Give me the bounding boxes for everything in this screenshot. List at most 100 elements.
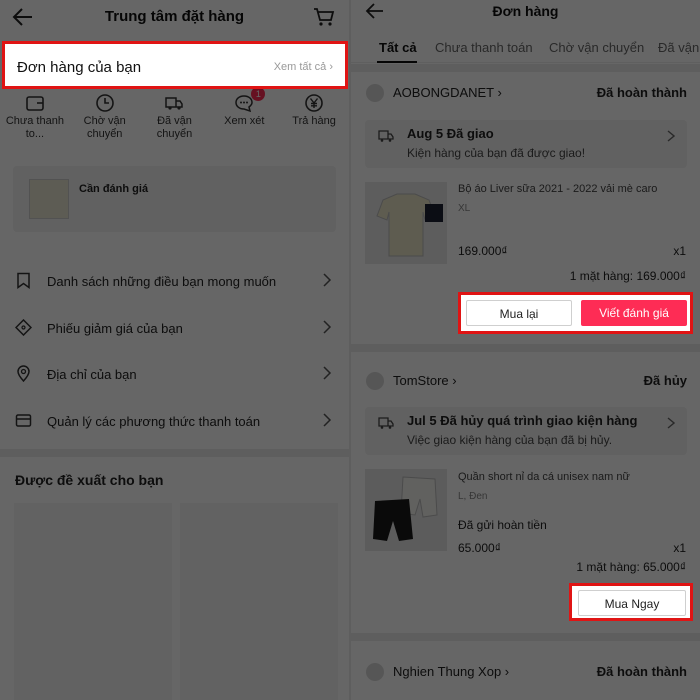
- buy-again-button[interactable]: Mua lại: [466, 300, 572, 326]
- order-center-screen: Trung tâm đặt hàng Chưa thanh to... Chờ …: [0, 0, 349, 700]
- shop-name[interactable]: AOBONGDANET ›: [393, 85, 502, 100]
- shop-logo: [366, 663, 384, 681]
- buy-now-button[interactable]: Mua Ngay: [578, 590, 686, 616]
- status-to-ship-label: Chờ vận chuyển: [83, 115, 126, 140]
- status-returns[interactable]: Trả hàng: [279, 93, 349, 153]
- tab-to-ship[interactable]: Chờ vận chuyển: [549, 40, 644, 55]
- shipping-status-box[interactable]: Aug 5 Đã giao Kiện hàng của bạn đã được …: [365, 120, 687, 168]
- product-name[interactable]: Bộ áo Liver sữa 2021 - 2022 vải mè caro: [458, 183, 657, 195]
- order-shop-header[interactable]: Nghien Thung Xop › Đã hoàn thành: [351, 661, 700, 685]
- orders-screen: Đơn hàng Tất cả Chưa thanh toán Chờ vận …: [351, 0, 700, 700]
- order-actions-highlight: Mua lại Viết đánh giá: [458, 292, 693, 334]
- status-review[interactable]: 1 Xem xét: [209, 87, 279, 153]
- chevron-right-icon: [667, 130, 675, 142]
- shipping-status-box[interactable]: Jul 5 Đã hủy quá trình giao kiện hàng Vi…: [365, 407, 687, 455]
- chevron-right-icon: [323, 319, 332, 334]
- status-returns-label: Trả hàng: [292, 115, 336, 127]
- menu-item-label: Danh sách những điều bạn mong muốn: [47, 274, 277, 289]
- section-divider: [0, 449, 349, 457]
- shop-name-text: Nghien Thung Xop: [393, 664, 502, 679]
- shipping-note: Việc giao kiện hàng của bạn đã bị hủy.: [407, 433, 613, 447]
- menu-item-label: Địa chỉ của bạn: [47, 367, 137, 382]
- menu-item-wishlist[interactable]: Danh sách những điều bạn mong muốn: [0, 258, 349, 305]
- menu-item-address[interactable]: Địa chỉ của bạn: [0, 351, 349, 398]
- section-divider: [351, 64, 700, 72]
- product-price: 65.000₫: [458, 541, 501, 555]
- bookmark-icon: [17, 272, 30, 289]
- product-image[interactable]: [365, 469, 447, 551]
- review-count-badge: 1: [251, 87, 266, 101]
- tab-unpaid[interactable]: Chưa thanh toán: [435, 40, 533, 55]
- truck-icon: [378, 130, 394, 142]
- order-shop-header[interactable]: TomStore › Đã hủy: [351, 370, 700, 394]
- card-icon: [15, 413, 32, 427]
- shipping-note: Kiện hàng của bạn đã được giao!: [407, 146, 586, 160]
- chevron-right-icon: [323, 412, 332, 427]
- chevron-right-icon: [323, 273, 332, 287]
- shipping-date: Aug 5 Đã giao: [407, 126, 494, 141]
- product-variant: L, Đen: [458, 491, 488, 502]
- shop-name[interactable]: Nghien Thung Xop ›: [393, 664, 509, 679]
- shop-name[interactable]: TomStore ›: [393, 373, 457, 388]
- order-shop-header[interactable]: AOBONGDANET › Đã hoàn thành: [351, 82, 700, 106]
- product-variant: XL: [458, 203, 471, 214]
- see-all-link[interactable]: Xem tất cả ›: [274, 61, 333, 73]
- status-unpaid-label: Chưa thanh to...: [5, 115, 64, 140]
- your-orders-title: Đơn hàng của bạn: [17, 59, 142, 76]
- wallet-icon: [26, 96, 44, 111]
- section-divider: [351, 633, 700, 641]
- coupon-icon: [15, 318, 32, 336]
- order-status-row: Chưa thanh to... Chờ vận chuyển Đã vận c…: [0, 87, 349, 153]
- product-image[interactable]: [365, 182, 447, 264]
- page-title: Đơn hàng: [492, 3, 559, 19]
- status-shipped-label: Đã vận chuyển: [156, 115, 193, 140]
- truck-icon: [165, 97, 184, 110]
- menu-item-label: Phiếu giảm giá của bạn: [47, 320, 183, 336]
- review-product-thumbnail: [29, 179, 69, 219]
- orders-header: Đơn hàng: [351, 0, 700, 26]
- review-card-label: Cần đánh giá: [79, 183, 149, 195]
- truck-icon: [378, 417, 394, 429]
- location-icon: [17, 365, 30, 382]
- shorts-image: [365, 469, 447, 551]
- tab-shipped[interactable]: Đã vận: [658, 40, 699, 55]
- order-status: Đã hoàn thành: [596, 85, 687, 100]
- account-menu: Danh sách những điều bạn mong muốn Phiếu…: [0, 258, 349, 444]
- menu-item-label: Quản lý các phương thức thanh toán: [47, 413, 261, 429]
- shop-name-text: AOBONGDANET: [393, 85, 494, 100]
- order-status: Đã hoàn thành: [596, 664, 687, 679]
- cart-icon[interactable]: [313, 7, 335, 27]
- product-quantity: x1: [673, 244, 686, 258]
- section-divider: [351, 344, 700, 352]
- chevron-right-icon: [667, 417, 675, 429]
- status-to-ship[interactable]: Chờ vận chuyển: [70, 93, 140, 153]
- shop-logo: [366, 372, 384, 390]
- clock-icon: [95, 94, 114, 112]
- product-name[interactable]: Quần short nỉ da cá unisex nam nữ: [458, 471, 630, 483]
- order-center-header: Trung tâm đặt hàng: [0, 0, 349, 34]
- menu-item-payment[interactable]: Quản lý các phương thức thanh toán: [0, 398, 349, 445]
- yen-icon: [305, 94, 323, 112]
- tab-all[interactable]: Tất cả: [379, 40, 417, 55]
- jersey-image: [365, 182, 447, 264]
- write-review-button[interactable]: Viết đánh giá: [581, 300, 687, 326]
- refund-status: Đã gửi hoàn tiền: [458, 518, 547, 532]
- active-tab-indicator: [377, 61, 417, 63]
- see-all-label: Xem tất cả: [273, 61, 327, 73]
- recommended-item[interactable]: [14, 503, 172, 700]
- status-shipped[interactable]: Đã vận chuyển: [140, 93, 210, 153]
- recommended-item[interactable]: [180, 503, 338, 700]
- chevron-right-icon: [323, 366, 332, 380]
- shop-logo: [366, 84, 384, 102]
- product-price: 169.000₫: [458, 244, 508, 258]
- review-card[interactable]: Cần đánh giá: [13, 166, 336, 232]
- status-unpaid[interactable]: Chưa thanh to...: [0, 93, 70, 153]
- menu-item-coupons[interactable]: Phiếu giảm giá của bạn: [0, 305, 349, 352]
- order-total: 1 mặt hàng: 169.000₫: [569, 269, 686, 283]
- order-status: Đã hủy: [643, 373, 687, 388]
- status-review-label: Xem xét: [224, 115, 265, 127]
- your-orders-row[interactable]: Đơn hàng của bạn Xem tất cả ›: [2, 41, 348, 89]
- shop-name-text: TomStore: [393, 373, 449, 388]
- page-title: Trung tâm đặt hàng: [104, 8, 245, 25]
- recommended-title: Được đề xuất cho bạn: [15, 472, 164, 488]
